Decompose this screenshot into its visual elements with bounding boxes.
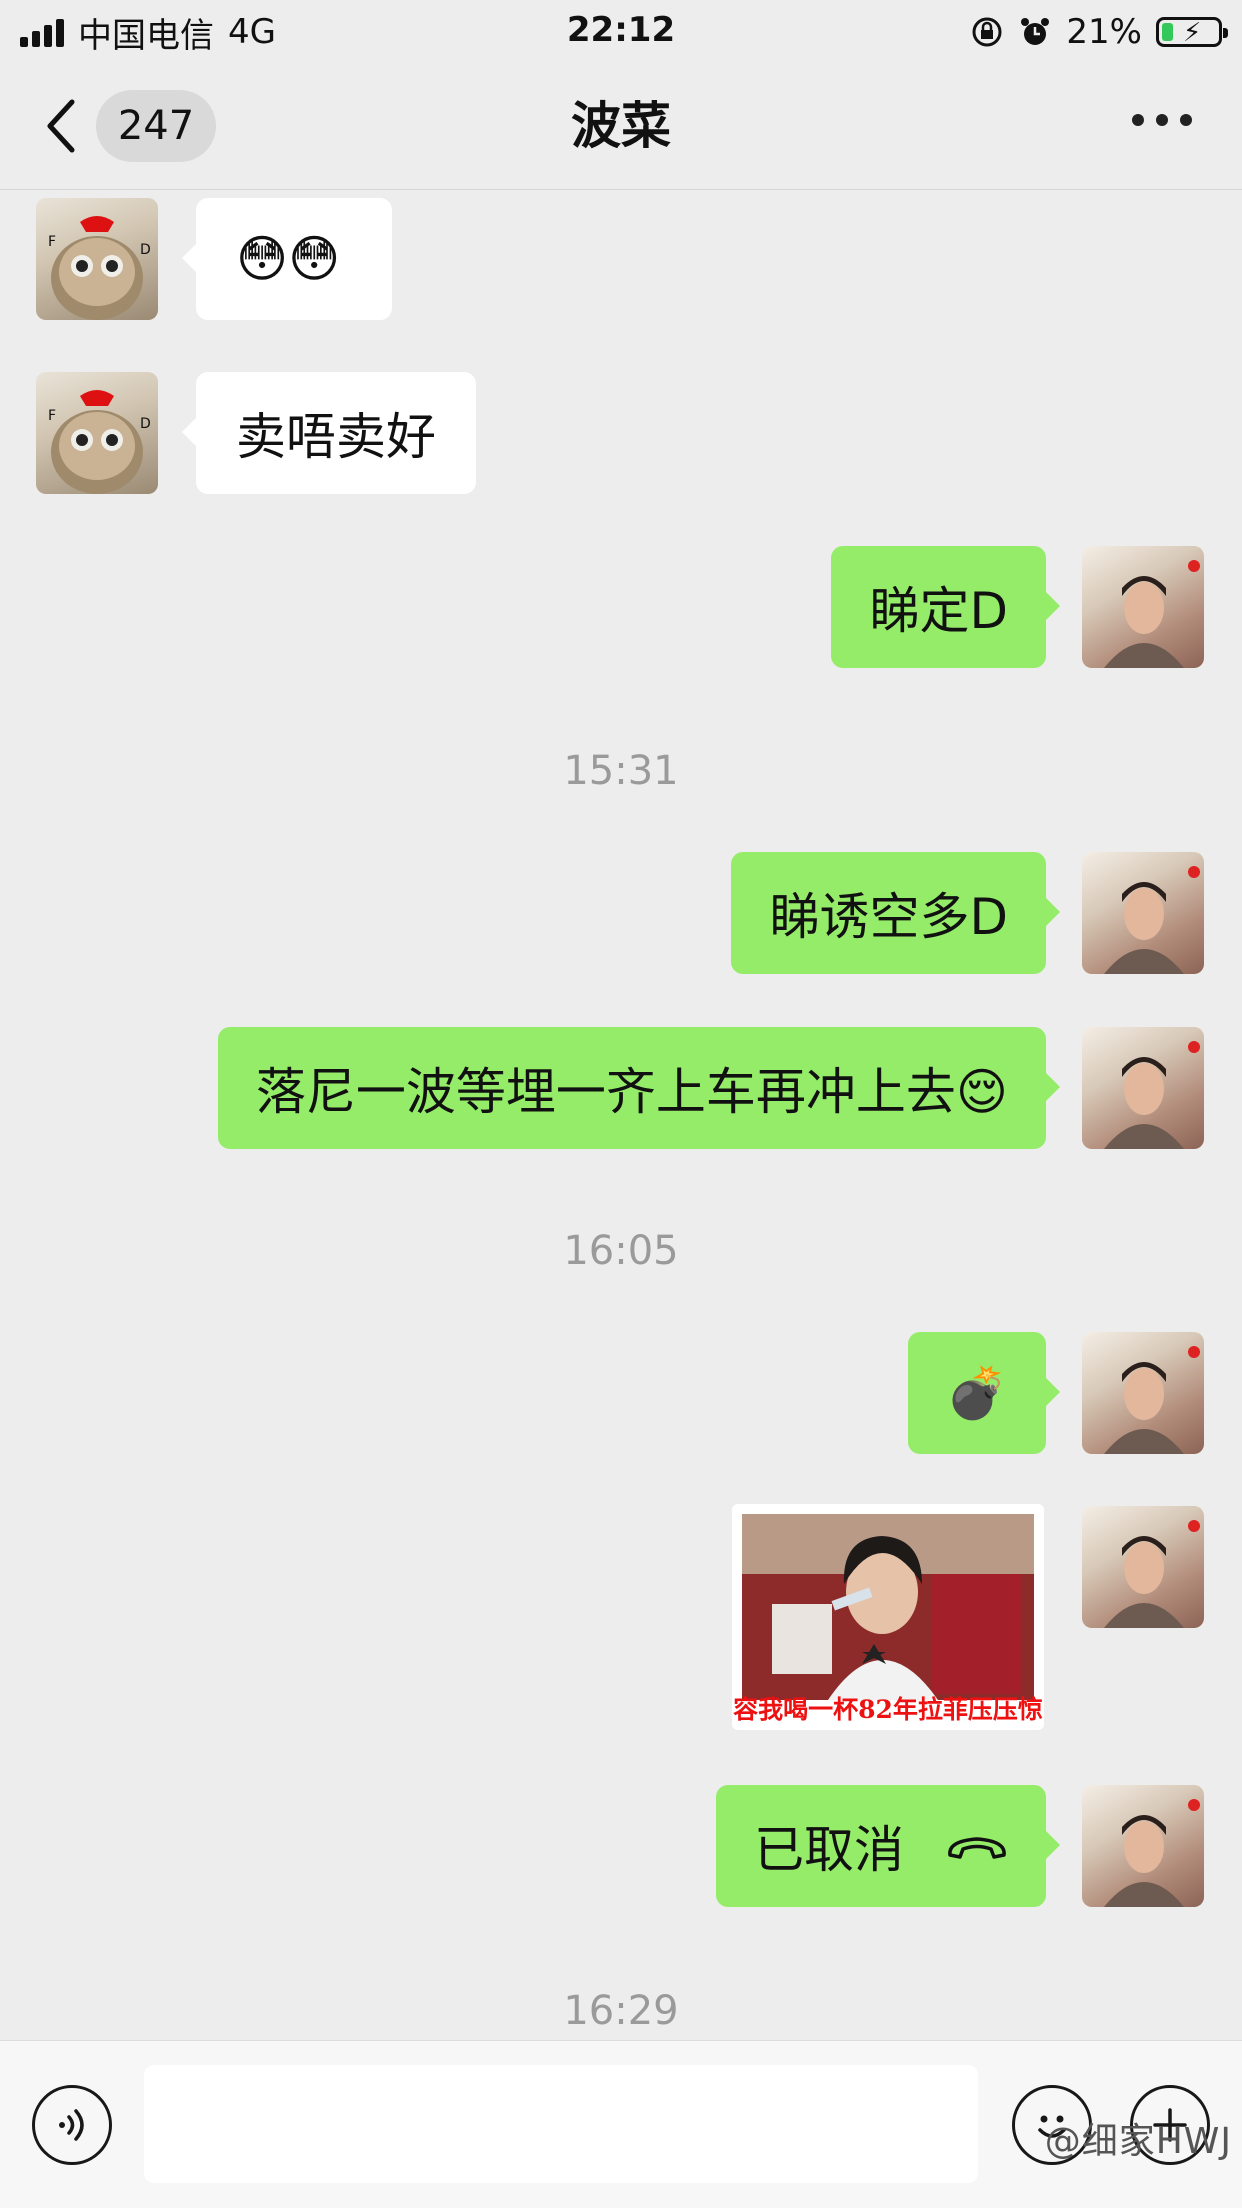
orientation-lock-icon: [972, 17, 1002, 47]
sent-message-bubble[interactable]: 睇定D: [831, 546, 1060, 668]
self-avatar[interactable]: [1082, 852, 1204, 974]
message-input[interactable]: [144, 2065, 978, 2183]
battery-percent: 21%: [1066, 12, 1142, 52]
watermark-text: @细家HWJ: [1044, 2121, 1232, 2162]
message-text: 睇诱空多D: [769, 888, 1008, 946]
svg-text:D: D: [140, 242, 151, 258]
received-message-bubble[interactable]: 卖唔卖好: [182, 372, 476, 494]
sent-emoji-bubble[interactable]: 💣: [907, 1332, 1061, 1454]
bomb-icon: 💣: [945, 1363, 1008, 1422]
message-text: 落尼一波等埋一齐上车再冲上去😌: [255, 1063, 1008, 1121]
chat-header: 247 波菜: [0, 62, 1242, 190]
timestamp: 16:29: [563, 1988, 679, 2034]
call-status-text: 已取消: [754, 1821, 904, 1879]
battery-charging-icon: ⚡: [1156, 17, 1228, 48]
self-avatar[interactable]: [1082, 1027, 1204, 1149]
phone-hangup-icon: [948, 1837, 1006, 1859]
cat-avatar[interactable]: F D: [36, 372, 158, 494]
svg-text:D: D: [140, 416, 151, 432]
svg-text:F: F: [48, 408, 56, 424]
timestamp: 16:05: [563, 1228, 679, 1274]
chat-title: 波菜: [571, 97, 671, 155]
self-avatar[interactable]: [1082, 1785, 1204, 1907]
alarm-icon: [1021, 18, 1050, 45]
more-dots-icon[interactable]: [1132, 114, 1192, 126]
sent-message-bubble[interactable]: 落尼一波等埋一齐上车再冲上去😌: [217, 1027, 1061, 1149]
sent-image-message[interactable]: 容我喝一杯82年拉菲压压惊: [732, 1504, 1044, 1730]
message-text: 卖唔卖好: [236, 408, 436, 466]
image-caption: 容我喝一杯82年拉菲压压惊: [733, 1695, 1043, 1724]
self-avatar[interactable]: [1082, 1506, 1204, 1628]
status-right: 21% ⚡: [970, 10, 1228, 54]
call-record-bubble[interactable]: 已取消: [716, 1785, 1060, 1907]
cat-avatar[interactable]: F D: [36, 198, 158, 320]
self-avatar[interactable]: [1082, 1332, 1204, 1454]
message-text: 睇定D: [869, 582, 1008, 640]
status-bar: 中国电信 4G 22:12 21% ⚡: [0, 0, 1242, 62]
sent-message-bubble[interactable]: 睇诱空多D: [731, 852, 1060, 974]
timestamp: 15:31: [563, 748, 679, 794]
self-avatar[interactable]: [1082, 546, 1204, 668]
svg-text:F: F: [48, 234, 56, 250]
voice-icon[interactable]: [32, 2085, 112, 2165]
message-text: 😳😳: [236, 230, 341, 288]
received-emoji-bubble[interactable]: 😳😳: [182, 198, 392, 320]
